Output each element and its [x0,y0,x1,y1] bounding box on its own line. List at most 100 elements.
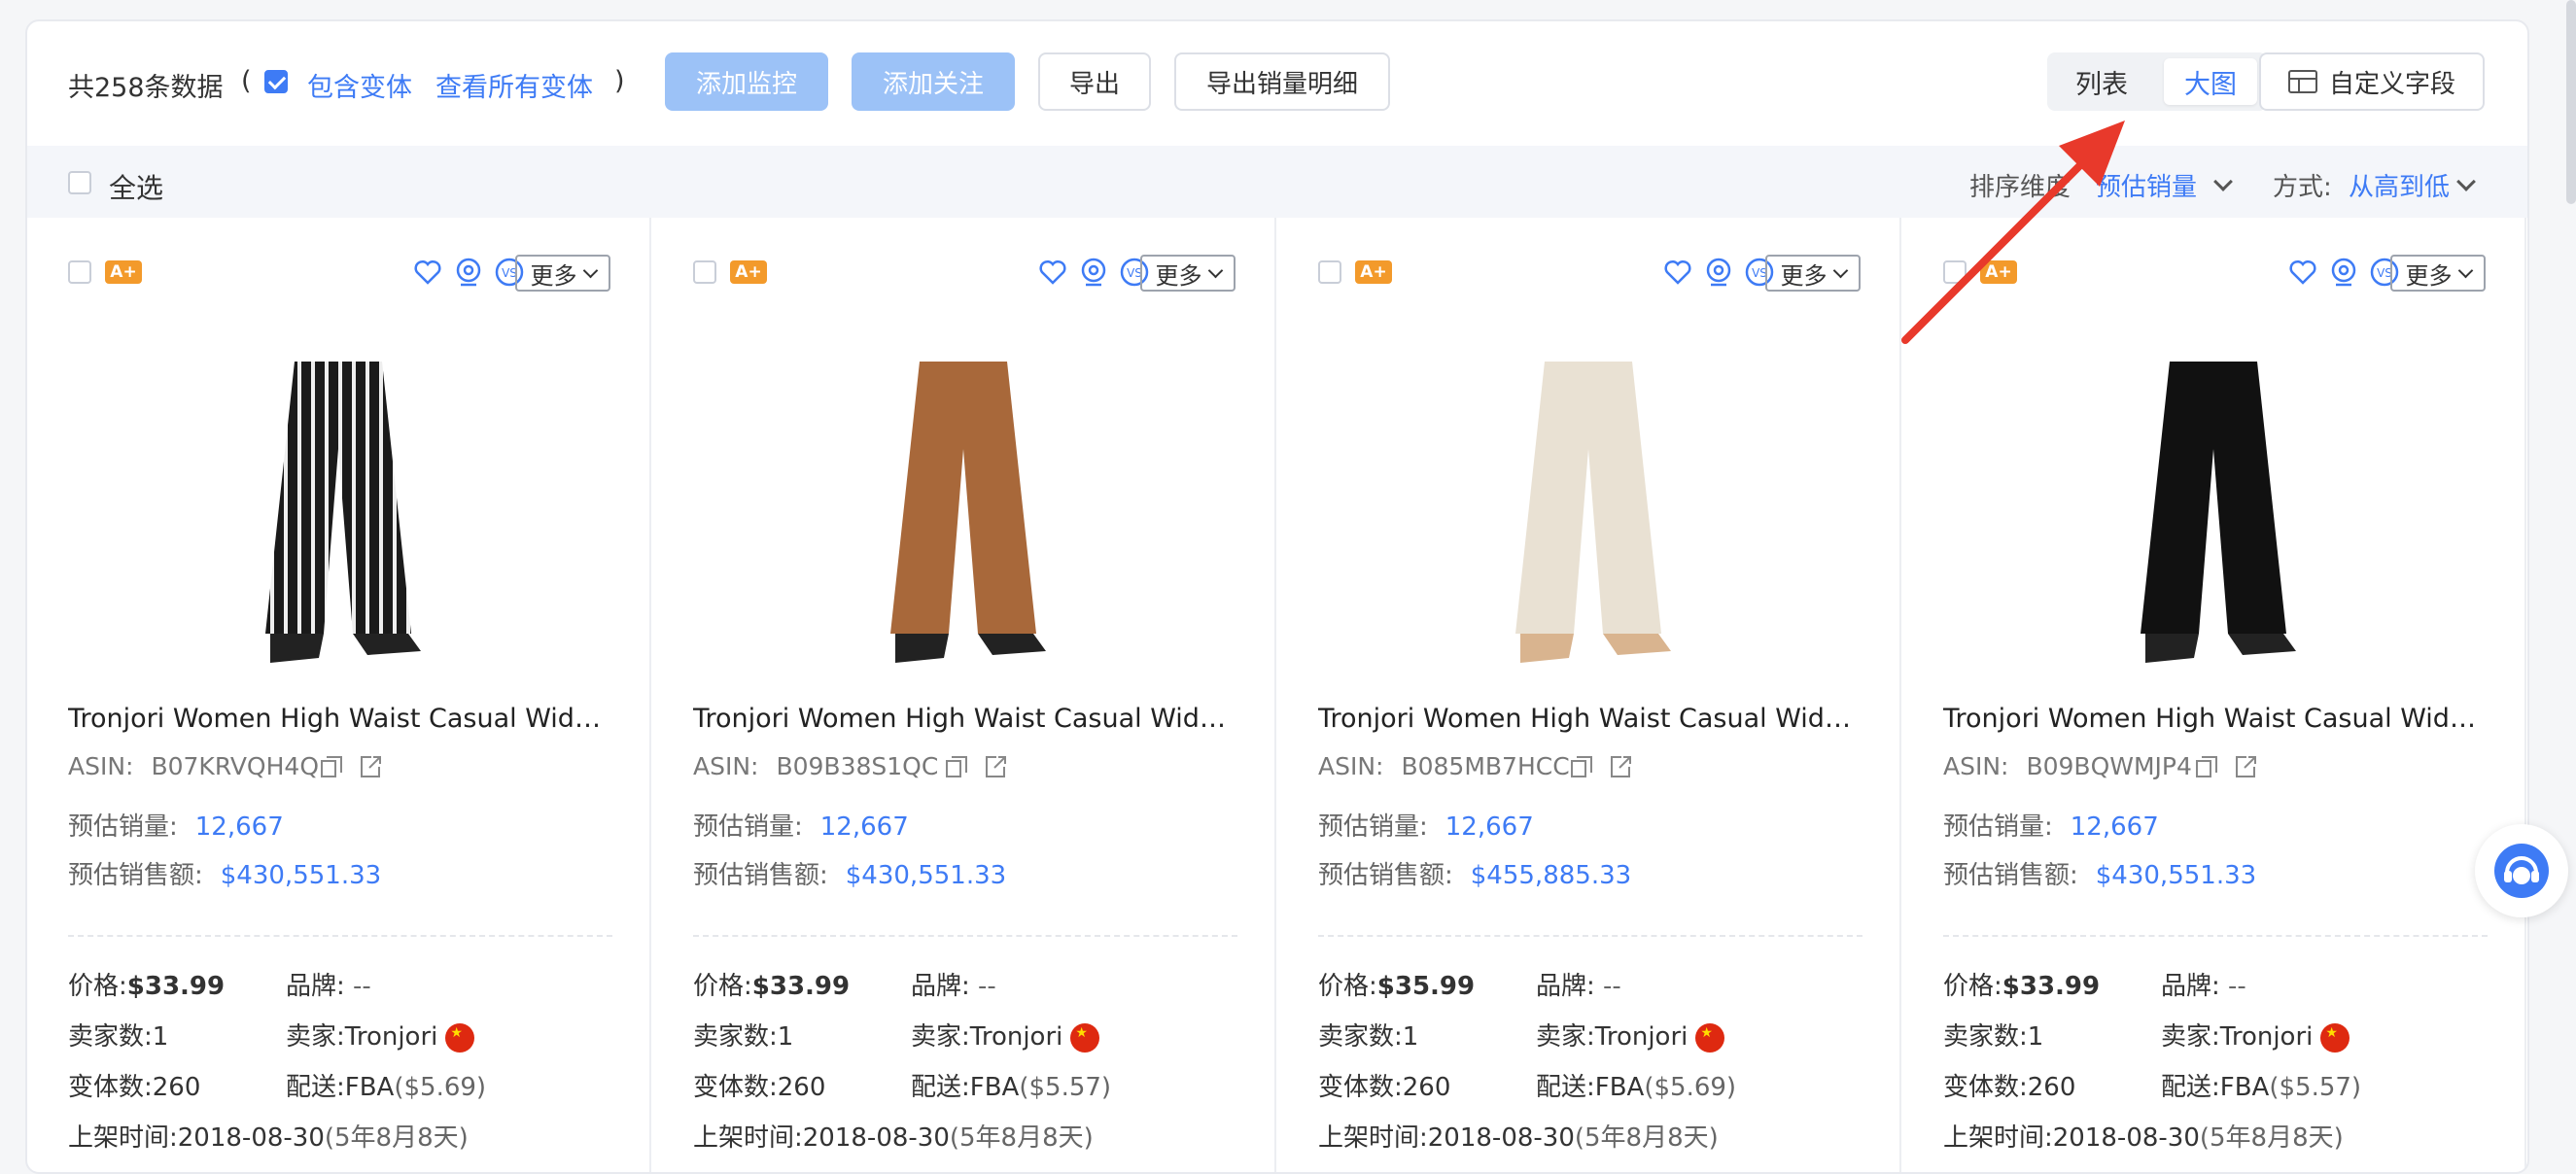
aplus-badge: A+ [1355,260,1392,284]
result-count: 共258条数据 [68,73,224,103]
scrollbar[interactable] [2566,0,2576,204]
seller-count-value: 1 [777,1022,794,1052]
results-panel: 共258条数据 ( 包含变体 查看所有变体 ) 添加监控 添加关注 导出 导出销… [25,19,2529,1174]
seller-value[interactable]: Tronjori [2220,1022,2314,1052]
shipping-label: 配送: [286,1073,345,1102]
custom-fields-button[interactable]: 自定义字段 [2259,52,2485,111]
add-monitor-button[interactable]: 添加监控 [665,52,828,111]
variant-count-row: 变体数:260 [693,1067,825,1103]
seller-value[interactable]: Tronjori [1595,1022,1688,1052]
aplus-badge: A+ [730,260,767,284]
toolbar: 共258条数据 ( 包含变体 查看所有变体 ) 添加监控 添加关注 导出 导出销… [27,21,2527,146]
external-link-icon[interactable] [1608,754,1633,779]
est-revenue-row: 预估销售额: $430,551.33 [68,855,381,891]
listed-label: 上架时间: [1943,1123,2053,1153]
est-revenue-value: $430,551.33 [220,861,382,890]
china-flag-icon [2320,1022,2350,1053]
heart-icon[interactable] [1662,257,1693,288]
monitor-icon[interactable] [1078,257,1109,288]
external-link-icon[interactable] [358,754,383,779]
more-dropdown[interactable]: 更多 [1140,255,1236,292]
more-dropdown[interactable]: 更多 [515,255,610,292]
product-checkbox[interactable] [68,260,91,284]
customer-service-button[interactable] [2475,824,2568,917]
aplus-badge: A+ [105,260,142,284]
copy-icon[interactable] [944,754,969,779]
copy-icon[interactable] [2194,754,2219,779]
paren-open: ( [241,66,252,96]
seller-label: 卖家: [286,1022,345,1052]
price-row: 价格:$33.99 [1943,966,2100,1002]
annotation-arrow [1901,121,2125,344]
shipping-fee: ($5.69) [394,1073,487,1102]
est-sales-row: 预估销量: 12,667 [68,807,284,843]
chevron-down-icon [582,262,598,278]
brand-row: 品牌: -- [1536,966,1621,1002]
listed-row: 上架时间:2018-08-30(5年8月8天) [1943,1118,2344,1154]
shipping-fee: ($5.57) [2269,1073,2362,1102]
product-image[interactable] [1452,342,1724,673]
seller-count-row: 卖家数:1 [1318,1017,1418,1053]
monitor-icon[interactable] [1703,257,1734,288]
product-title[interactable]: Tronjori Women High Waist Casual Wide Le… [68,704,612,734]
heart-icon[interactable] [1037,257,1068,288]
est-revenue-label: 预估销售额: [693,861,828,890]
view-all-variants-link[interactable]: 查看所有变体 [435,66,593,104]
more-label: 更多 [1780,261,1828,290]
monitor-icon[interactable] [453,257,484,288]
external-link-icon[interactable] [2233,754,2258,779]
seller-label: 卖家: [1536,1022,1595,1052]
product-checkbox[interactable] [1318,260,1341,284]
brand-value: -- [978,972,996,1001]
shipping-label: 配送: [1536,1073,1595,1102]
heart-icon[interactable] [2287,257,2318,288]
est-revenue-row: 预估销售额: $430,551.33 [1943,855,2256,891]
seller-value[interactable]: Tronjori [345,1022,438,1052]
external-link-icon[interactable] [983,754,1008,779]
price-label: 价格: [693,972,752,1001]
more-dropdown[interactable]: 更多 [2390,255,2486,292]
asin-value: B09BQWMJP4 [2026,752,2192,780]
select-all-label: 全选 [109,172,164,204]
shipping-fee: ($5.69) [1644,1073,1737,1102]
brand-row: 品牌: -- [911,966,996,1002]
est-sales-value: 12,667 [1445,812,1534,842]
product-checkbox[interactable] [693,260,716,284]
price-label: 价格: [1943,972,2002,1001]
copy-icon[interactable] [1569,754,1594,779]
product-title[interactable]: Tronjori Women High Waist Casual Wide Le… [1943,704,2488,734]
price-value: $33.99 [2002,972,2101,1001]
brand-label: 品牌: [2161,972,2220,1001]
export-button[interactable]: 导出 [1038,52,1151,111]
include-variants-checkbox[interactable] [264,70,288,93]
asin-row: ASIN: B085MB7HCC [1318,752,1570,780]
product-title[interactable]: Tronjori Women High Waist Casual Wide Le… [1318,704,1862,734]
seller-row: 卖家:Tronjori [911,1017,1100,1053]
listed-date: 2018-08-30 [1427,1123,1575,1153]
product-image[interactable] [202,342,474,673]
more-dropdown[interactable]: 更多 [1765,255,1861,292]
est-revenue-row: 预估销售额: $455,885.33 [1318,855,1631,891]
sort-order-select[interactable]: 从高到低 [2349,167,2450,203]
divider [693,935,1237,937]
copy-icon[interactable] [319,754,344,779]
asin-label: ASIN: [1943,752,2009,780]
product-card: A+ VS 更多 Tronjori Women High Waist Casua… [1277,218,1901,1172]
product-image[interactable] [827,342,1099,673]
export-sales-button[interactable]: 导出销量明细 [1174,52,1390,111]
brand-label: 品牌: [1536,972,1595,1001]
seller-value[interactable]: Tronjori [970,1022,1063,1052]
price-value: $33.99 [126,972,226,1001]
product-title[interactable]: Tronjori Women High Waist Casual Wide Le… [693,704,1237,734]
sort-order-label: 方式: [2273,173,2332,202]
product-image[interactable] [2077,342,2350,673]
view-big-tab[interactable]: 大图 [2164,58,2257,105]
add-follow-button[interactable]: 添加关注 [852,52,1015,111]
view-list-tab[interactable]: 列表 [2055,58,2148,105]
heart-icon[interactable] [412,257,443,288]
include-variants-label[interactable]: 包含变体 [307,66,412,104]
brand-label: 品牌: [286,972,345,1001]
est-sales-value: 12,667 [2070,812,2159,842]
monitor-icon[interactable] [2328,257,2359,288]
select-all-checkbox[interactable] [68,171,91,194]
